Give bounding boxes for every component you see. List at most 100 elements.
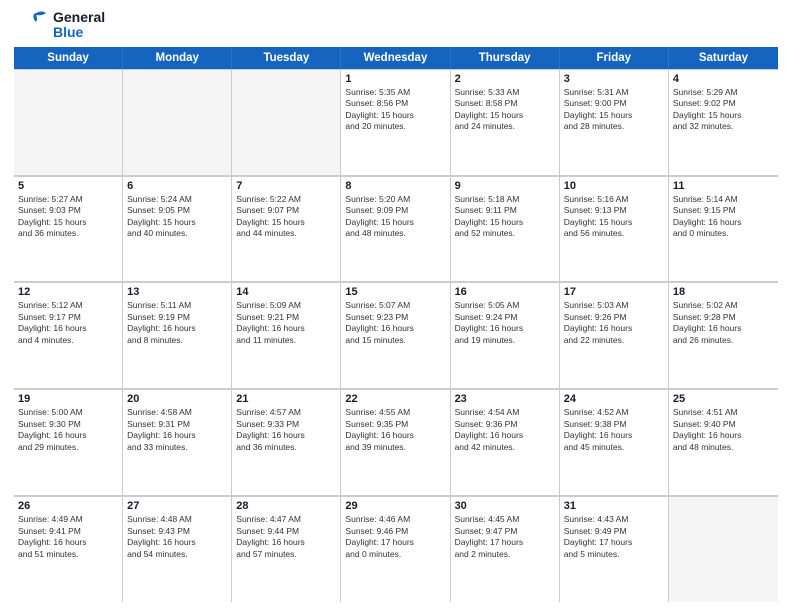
day-number: 3 <box>564 73 664 85</box>
day-number: 5 <box>18 180 118 192</box>
calendar-cell: 4Sunrise: 5:29 AM Sunset: 9:02 PM Daylig… <box>669 69 778 175</box>
cell-info: Sunrise: 5:11 AM Sunset: 9:19 PM Dayligh… <box>127 300 227 346</box>
day-number: 31 <box>564 500 664 512</box>
day-number: 9 <box>455 180 555 192</box>
day-number: 11 <box>673 180 774 192</box>
cell-info: Sunrise: 5:03 AM Sunset: 9:26 PM Dayligh… <box>564 300 664 346</box>
calendar-cell: 6 Sunrise: 5:24 AM Sunset: 9:05 PM Daylig… <box>123 176 232 282</box>
cell-info: Sunrise: 4:54 AM Sunset: 9:36 PM Dayligh… <box>455 407 555 453</box>
day-number: 22 <box>345 393 445 405</box>
logo: General Blue <box>14 10 105 41</box>
day-number: 15 <box>345 286 445 298</box>
calendar-row: 5Sunrise: 5:27 AM Sunset: 9:03 PM Daylig… <box>14 176 778 283</box>
cell-info: Sunrise: 4:46 AM Sunset: 9:46 PM Dayligh… <box>345 514 445 560</box>
cell-info: Sunrise: 4:43 AM Sunset: 9:49 PM Dayligh… <box>564 514 664 560</box>
calendar-cell: 23 Sunrise: 4:54 AM Sunset: 9:36 PM Dayli… <box>451 389 560 495</box>
cell-info: Sunrise: 5:33 AM Sunset: 8:58 PM Dayligh… <box>455 87 555 133</box>
cell-info: Sunrise: 5:24 AM Sunset: 9:05 PM Dayligh… <box>127 194 227 240</box>
calendar: SundayMondayTuesdayWednesdayThursdayFrid… <box>14 47 778 602</box>
calendar-cell <box>669 496 778 602</box>
cell-info: Sunrise: 5:18 AM Sunset: 9:11 PM Dayligh… <box>455 194 555 240</box>
calendar-cell <box>123 69 232 175</box>
calendar-cell: 21 Sunrise: 4:57 AM Sunset: 9:33 PM Dayli… <box>232 389 341 495</box>
calendar-cell: 11 Sunrise: 5:14 AM Sunset: 9:15 PM Dayli… <box>669 176 778 282</box>
calendar-cell: 1 Sunrise: 5:35 AM Sunset: 8:56 PM Daylig… <box>341 69 450 175</box>
day-number: 18 <box>673 286 774 298</box>
calendar-cell: 27 Sunrise: 4:48 AM Sunset: 9:43 PM Dayli… <box>123 496 232 602</box>
day-number: 25 <box>673 393 774 405</box>
calendar-cell: 3 Sunrise: 5:31 AM Sunset: 9:00 PM Daylig… <box>560 69 669 175</box>
cell-info: Sunrise: 5:35 AM Sunset: 8:56 PM Dayligh… <box>345 87 445 133</box>
calendar-row: 26Sunrise: 4:49 AM Sunset: 9:41 PM Dayli… <box>14 496 778 602</box>
calendar-cell: 17 Sunrise: 5:03 AM Sunset: 9:26 PM Dayli… <box>560 282 669 388</box>
day-number: 27 <box>127 500 227 512</box>
cell-info: Sunrise: 4:47 AM Sunset: 9:44 PM Dayligh… <box>236 514 336 560</box>
calendar-body: 1 Sunrise: 5:35 AM Sunset: 8:56 PM Daylig… <box>14 69 778 602</box>
calendar-cell <box>232 69 341 175</box>
weekday-header: Friday <box>560 47 669 69</box>
weekday-header: Thursday <box>451 47 560 69</box>
calendar-cell: 14 Sunrise: 5:09 AM Sunset: 9:21 PM Dayli… <box>232 282 341 388</box>
day-number: 28 <box>236 500 336 512</box>
cell-info: Sunrise: 4:45 AM Sunset: 9:47 PM Dayligh… <box>455 514 555 560</box>
calendar-cell: 9 Sunrise: 5:18 AM Sunset: 9:11 PM Daylig… <box>451 176 560 282</box>
calendar-cell: 22 Sunrise: 4:55 AM Sunset: 9:35 PM Dayli… <box>341 389 450 495</box>
calendar-cell: 31 Sunrise: 4:43 AM Sunset: 9:49 PM Dayli… <box>560 496 669 602</box>
calendar-cell: 18 Sunrise: 5:02 AM Sunset: 9:28 PM Dayli… <box>669 282 778 388</box>
day-number: 10 <box>564 180 664 192</box>
cell-info: Sunrise: 5:07 AM Sunset: 9:23 PM Dayligh… <box>345 300 445 346</box>
cell-info: Sunrise: 5:05 AM Sunset: 9:24 PM Dayligh… <box>455 300 555 346</box>
calendar-cell: 25 Sunrise: 4:51 AM Sunset: 9:40 PM Dayli… <box>669 389 778 495</box>
day-number: 7 <box>236 180 336 192</box>
day-number: 23 <box>455 393 555 405</box>
page: General Blue SundayMondayTuesdayWednesda… <box>0 0 792 612</box>
cell-info: Sunrise: 4:57 AM Sunset: 9:33 PM Dayligh… <box>236 407 336 453</box>
calendar-cell: 5Sunrise: 5:27 AM Sunset: 9:03 PM Daylig… <box>14 176 123 282</box>
calendar-cell: 13 Sunrise: 5:11 AM Sunset: 9:19 PM Dayli… <box>123 282 232 388</box>
calendar-cell: 19 Sunrise: 5:00 AM Sunset: 9:30 PM Dayli… <box>14 389 123 495</box>
weekday-header: Tuesday <box>232 47 341 69</box>
cell-info: Sunrise: 5:16 AM Sunset: 9:13 PM Dayligh… <box>564 194 664 240</box>
cell-info: Sunrise: 4:49 AM Sunset: 9:41 PM Dayligh… <box>18 514 118 560</box>
day-number: 12 <box>18 286 118 298</box>
weekday-header: Saturday <box>669 47 778 69</box>
cell-info: Sunrise: 5:22 AM Sunset: 9:07 PM Dayligh… <box>236 194 336 240</box>
calendar-row: 12 Sunrise: 5:12 AM Sunset: 9:17 PM Dayli… <box>14 282 778 389</box>
day-number: 6 <box>127 180 227 192</box>
calendar-cell: 24Sunrise: 4:52 AM Sunset: 9:38 PM Dayli… <box>560 389 669 495</box>
day-number: 1 <box>345 73 445 85</box>
calendar-cell: 7 Sunrise: 5:22 AM Sunset: 9:07 PM Daylig… <box>232 176 341 282</box>
calendar-cell: 2 Sunrise: 5:33 AM Sunset: 8:58 PM Daylig… <box>451 69 560 175</box>
day-number: 19 <box>18 393 118 405</box>
logo-text: General Blue <box>53 10 105 41</box>
day-number: 8 <box>345 180 445 192</box>
calendar-header: SundayMondayTuesdayWednesdayThursdayFrid… <box>14 47 778 69</box>
day-number: 4 <box>673 73 774 85</box>
day-number: 13 <box>127 286 227 298</box>
calendar-cell: 29Sunrise: 4:46 AM Sunset: 9:46 PM Dayli… <box>341 496 450 602</box>
weekday-header: Monday <box>123 47 232 69</box>
weekday-header: Sunday <box>14 47 123 69</box>
day-number: 17 <box>564 286 664 298</box>
cell-info: Sunrise: 5:02 AM Sunset: 9:28 PM Dayligh… <box>673 300 774 346</box>
calendar-row: 19 Sunrise: 5:00 AM Sunset: 9:30 PM Dayli… <box>14 389 778 496</box>
header: General Blue <box>14 10 778 41</box>
day-number: 24 <box>564 393 664 405</box>
cell-info: Sunrise: 4:51 AM Sunset: 9:40 PM Dayligh… <box>673 407 774 453</box>
cell-info: Sunrise: 4:48 AM Sunset: 9:43 PM Dayligh… <box>127 514 227 560</box>
day-number: 20 <box>127 393 227 405</box>
cell-info: Sunrise: 5:31 AM Sunset: 9:00 PM Dayligh… <box>564 87 664 133</box>
cell-info: Sunrise: 5:09 AM Sunset: 9:21 PM Dayligh… <box>236 300 336 346</box>
cell-info: Sunrise: 5:00 AM Sunset: 9:30 PM Dayligh… <box>18 407 118 453</box>
day-number: 2 <box>455 73 555 85</box>
calendar-cell <box>14 69 123 175</box>
cell-info: Sunrise: 5:14 AM Sunset: 9:15 PM Dayligh… <box>673 194 774 240</box>
logo-bird-icon <box>14 10 50 40</box>
cell-info: Sunrise: 5:12 AM Sunset: 9:17 PM Dayligh… <box>18 300 118 346</box>
logo-container: General Blue <box>14 10 105 41</box>
logo-blue: Blue <box>53 25 105 40</box>
cell-info: Sunrise: 4:55 AM Sunset: 9:35 PM Dayligh… <box>345 407 445 453</box>
day-number: 21 <box>236 393 336 405</box>
cell-info: Sunrise: 4:58 AM Sunset: 9:31 PM Dayligh… <box>127 407 227 453</box>
day-number: 14 <box>236 286 336 298</box>
